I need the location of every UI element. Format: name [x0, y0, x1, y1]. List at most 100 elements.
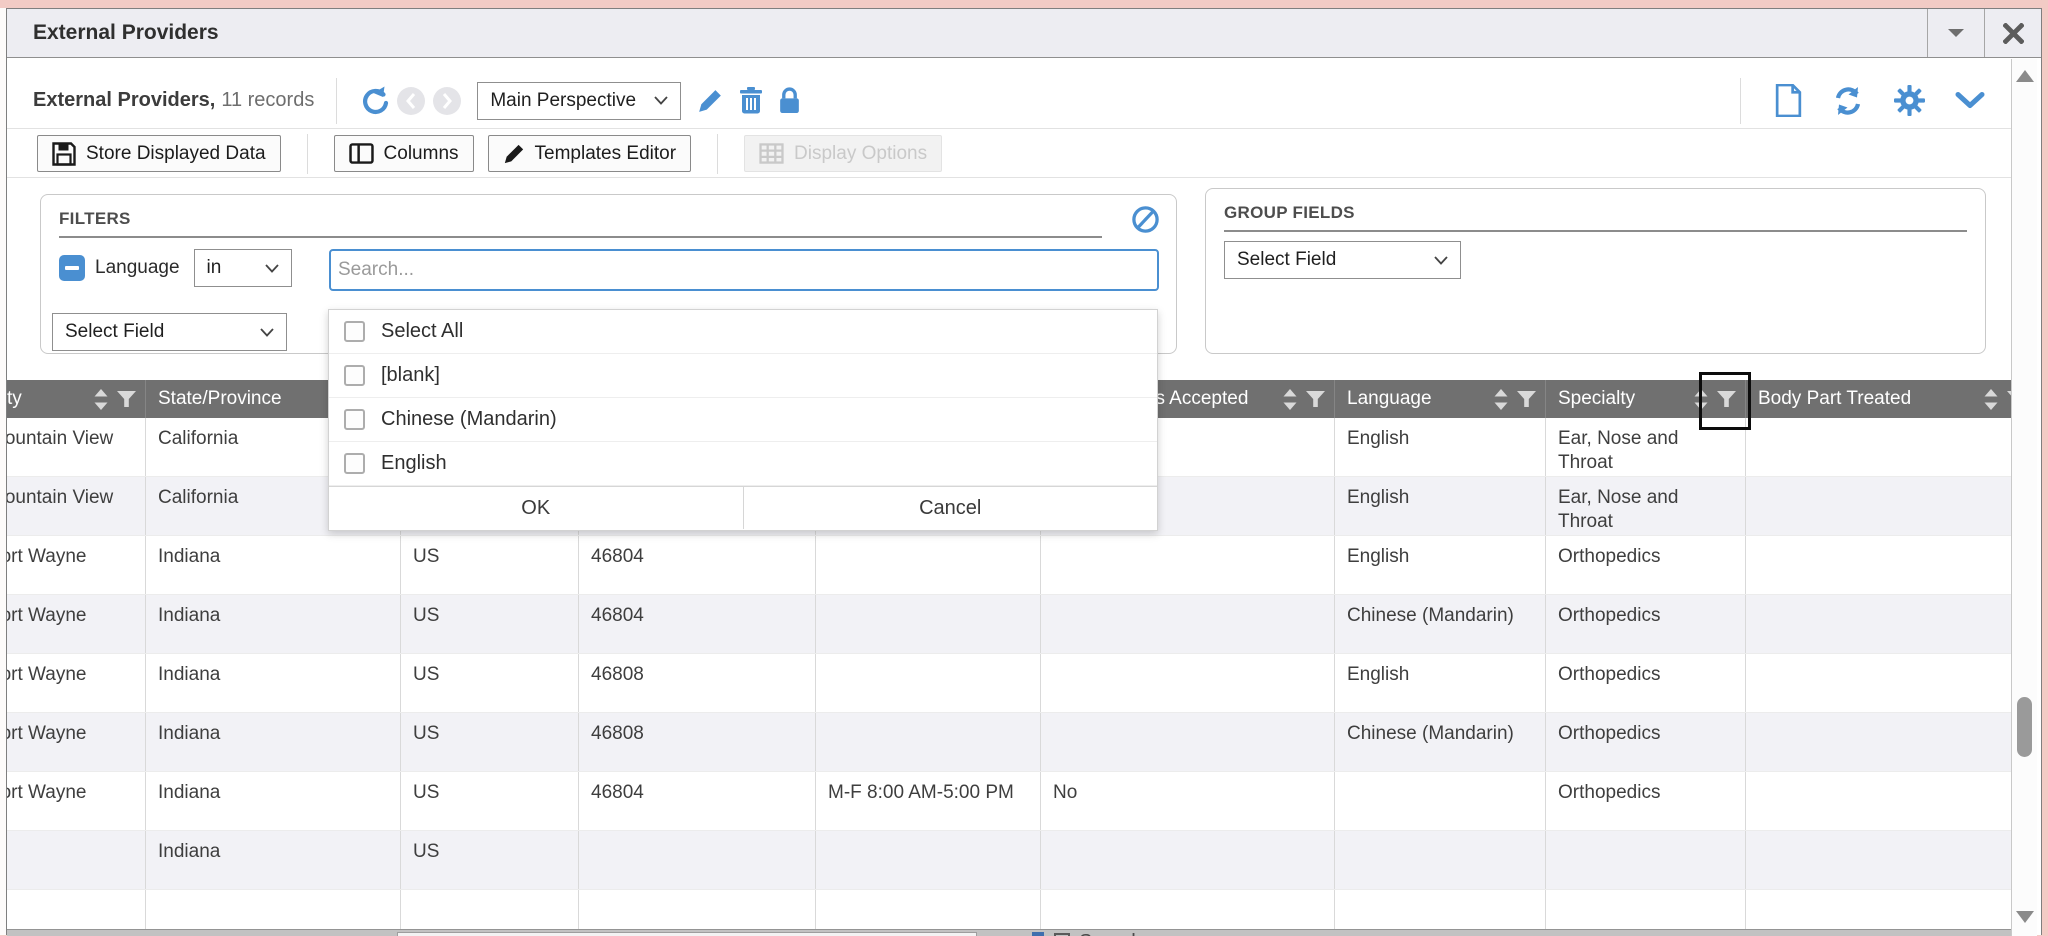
history-back-button[interactable] [397, 87, 425, 115]
settings-button[interactable] [1894, 85, 1925, 116]
sort-icon[interactable] [1984, 389, 1998, 410]
table-cell-country: US [401, 713, 579, 771]
sort-icon[interactable] [1283, 389, 1297, 410]
templates-editor-button[interactable]: Templates Editor [488, 135, 692, 172]
columns-button[interactable]: Columns [334, 135, 474, 172]
column-header-label: City [7, 388, 22, 410]
table-row[interactable]: Fort WayneIndianaUS46804EnglishOrthopedi… [7, 536, 2011, 595]
table-cell-accepted [1041, 595, 1335, 653]
table-cell-city [7, 831, 146, 889]
table-cell-language [1335, 772, 1546, 830]
clear-filters-button[interactable] [1131, 205, 1160, 239]
scroll-down-icon[interactable] [2015, 910, 2035, 924]
filter-option[interactable]: English [329, 442, 1157, 486]
table-cell-specialty [1546, 890, 1746, 929]
table-cell-city [7, 890, 146, 929]
table-cell-hours [816, 831, 1041, 889]
column-header-city[interactable]: City [7, 380, 146, 418]
checkbox[interactable] [344, 365, 365, 386]
lock-perspective-button[interactable] [779, 87, 800, 114]
table-cell-language: English [1335, 654, 1546, 712]
group-field-select[interactable]: Select Field [1224, 241, 1461, 279]
grid-actions-toolbar: Store Displayed Data Columns Templates E… [7, 130, 2011, 178]
column-header-language[interactable]: Language [1335, 380, 1546, 418]
filter-operator-select[interactable]: in [194, 249, 292, 287]
filter-operator-value: in [207, 257, 222, 279]
filter-search-input[interactable] [329, 249, 1159, 291]
dialog-title: External Providers [7, 21, 1927, 45]
perspective-select[interactable]: Main Perspective [477, 82, 681, 120]
table-row[interactable]: Fort WayneIndianaUS46808Chinese (Mandari… [7, 713, 2011, 772]
new-record-button[interactable] [1775, 84, 1802, 117]
checkbox[interactable] [344, 321, 365, 342]
filter-icon[interactable] [1517, 391, 1536, 407]
table-cell-accepted [1041, 831, 1335, 889]
separator [717, 134, 718, 174]
table-row[interactable]: Fort WayneIndianaUS46804M-F 8:00 AM-5:00… [7, 772, 2011, 831]
close-icon [2003, 23, 2024, 44]
table-row[interactable]: IndianaUS [7, 831, 2011, 890]
add-filter-row: Select Field [52, 313, 287, 351]
add-filter-field-select[interactable]: Select Field [52, 313, 287, 351]
table-cell-city: Fort Wayne [7, 536, 146, 594]
ok-button[interactable]: OK [329, 487, 743, 529]
columns-icon [349, 143, 374, 164]
table-cell-accepted [1041, 713, 1335, 771]
column-header-label: Language [1347, 388, 1432, 410]
refresh-button[interactable] [1832, 85, 1864, 117]
delete-perspective-button[interactable] [739, 87, 763, 114]
no-entry-icon [1131, 205, 1160, 234]
table-cell-specialty: Orthopedics [1546, 713, 1746, 771]
collapse-toolbar-button[interactable] [1955, 91, 1985, 110]
pencil-icon [503, 143, 525, 165]
specialty-filter-focus-box[interactable] [1699, 372, 1751, 430]
cancel-button[interactable]: Cancel [743, 487, 1158, 529]
collapse-filter-button[interactable] [59, 255, 85, 281]
filter-option[interactable]: Chinese (Mandarin) [329, 398, 1157, 442]
table-cell-zip: 46804 [579, 772, 816, 830]
column-header-body_part[interactable]: Body Part Treated [1746, 380, 2011, 418]
column-header-label: State/Province [158, 388, 282, 410]
table-cell-body_part [1746, 418, 2011, 476]
checkbox[interactable] [344, 453, 365, 474]
filter-option[interactable]: Select All [329, 310, 1157, 354]
sort-icon[interactable] [94, 389, 108, 410]
filter-icon[interactable] [117, 391, 136, 407]
filter-icon[interactable] [1306, 391, 1325, 407]
table-cell-specialty: Orthopedics [1546, 595, 1746, 653]
table-row[interactable]: Fort WayneIndianaUS46808EnglishOrthopedi… [7, 654, 2011, 713]
table-cell-hours [816, 536, 1041, 594]
table-cell-accepted [1041, 654, 1335, 712]
scroll-up-icon[interactable] [2015, 69, 2035, 83]
lock-icon [779, 87, 800, 114]
document-icon [1775, 84, 1802, 117]
vertical-scrollbar[interactable] [2011, 59, 2037, 936]
undo-button[interactable] [359, 86, 389, 116]
scrollbar-thumb[interactable] [2017, 697, 2032, 757]
sort-icon[interactable] [1494, 389, 1508, 410]
table-cell-body_part [1746, 713, 2011, 771]
filter-option-label: English [381, 452, 447, 475]
group-field-select-value: Select Field [1237, 249, 1336, 271]
table-cell-language: Chinese (Mandarin) [1335, 595, 1546, 653]
checkbox[interactable] [344, 409, 365, 430]
horizontal-scrollbar[interactable] [397, 932, 977, 936]
history-forward-button[interactable] [433, 87, 461, 115]
store-displayed-data-button[interactable]: Store Displayed Data [37, 135, 281, 172]
undo-icon [359, 86, 389, 116]
templates-editor-label: Templates Editor [535, 143, 677, 165]
dialog-close-button[interactable] [1984, 9, 2041, 57]
dialog-menu-button[interactable] [1927, 9, 1984, 57]
filter-option[interactable]: [blank] [329, 354, 1157, 398]
edit-perspective-button[interactable] [697, 88, 723, 114]
chevron-down-icon [265, 264, 279, 273]
table-cell-city: Fort Wayne [7, 772, 146, 830]
dropdown-buttons: OK Cancel [329, 486, 1157, 529]
table-cell-language: English [1335, 477, 1546, 535]
add-filter-field-value: Select Field [65, 321, 164, 343]
table-row[interactable]: Fort WayneIndianaUS46804Chinese (Mandari… [7, 595, 2011, 654]
chevron-down-icon [654, 96, 668, 105]
external-providers-dialog: External Providers External Providers, 1… [6, 8, 2042, 935]
table-row[interactable] [7, 890, 2011, 929]
display-options-button: Display Options [744, 135, 942, 172]
